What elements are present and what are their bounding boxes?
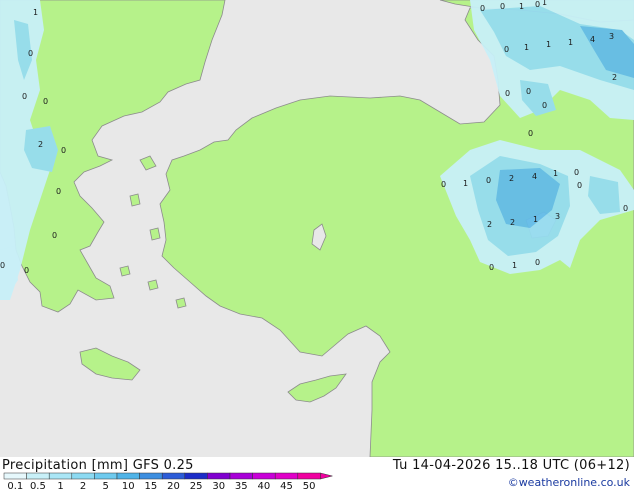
value-label: 2	[509, 174, 514, 183]
value-label: 3	[555, 212, 560, 221]
legend-tick-label: 5	[103, 481, 109, 490]
legend-color-box	[116, 472, 140, 480]
island-aegean-5	[147, 279, 159, 291]
legend-tick-label: 50	[303, 481, 316, 490]
legend-tick-label: 10	[122, 481, 135, 490]
legend-color-boxes	[3, 472, 333, 480]
value-label: 3	[609, 32, 614, 41]
value-label: 0	[56, 187, 61, 196]
legend-tick-label: 20	[167, 481, 180, 490]
value-label: 1	[33, 8, 38, 17]
island-aegean-3	[149, 227, 161, 241]
value-label: 0	[574, 168, 579, 177]
value-label: 0	[22, 92, 27, 101]
precip-legend: 0.1 0.5 1 2 5 10 15 20 25 30 35 40 45 50	[3, 472, 333, 490]
value-label: 0	[577, 181, 582, 190]
legend-tick-label: 0.5	[30, 481, 46, 490]
value-label: 1	[524, 43, 529, 52]
legend-color-box	[229, 472, 253, 480]
value-label: 4	[590, 35, 595, 44]
map-title: Precipitation [mm] GFS 0.25	[2, 458, 194, 473]
value-label: 0	[0, 261, 5, 270]
legend-color-box	[274, 472, 299, 480]
value-label: 0	[504, 45, 509, 54]
legend-tick-label: 25	[190, 481, 203, 490]
value-label: 1	[512, 261, 517, 270]
legend-color-box	[71, 472, 95, 480]
value-label: 4	[532, 172, 537, 181]
legend-color-box	[184, 472, 208, 480]
legend-color-box	[26, 472, 50, 480]
legend-color-box	[161, 472, 186, 480]
value-label: 2	[38, 140, 43, 149]
legend-color-box	[139, 472, 163, 480]
legend-tick-label: 0.1	[7, 481, 23, 490]
legend-arrow	[320, 472, 333, 480]
value-label: 0	[505, 89, 510, 98]
value-label: 0	[52, 231, 57, 240]
value-label: 0	[24, 266, 29, 275]
legend-tick-label: 45	[280, 481, 293, 490]
value-label: 0	[61, 146, 66, 155]
value-label: 0	[528, 129, 533, 138]
legend-tick-label: 15	[145, 481, 158, 490]
legend-color-box	[297, 472, 321, 480]
valid-time: Tu 14-04-2026 15..18 UTC (06+12)	[392, 458, 630, 473]
legend-tick-label: 30	[212, 481, 225, 490]
legend-tick-label: 40	[258, 481, 271, 490]
value-label: 0	[441, 180, 446, 189]
credit-link[interactable]: ©weatheronline.co.uk	[508, 476, 630, 489]
value-label: 0	[623, 204, 628, 213]
value-label: 1	[553, 169, 558, 178]
value-label: 0	[486, 176, 491, 185]
value-label: 1	[463, 179, 468, 188]
legend-tick-label: 35	[235, 481, 248, 490]
legend-color-box	[94, 472, 118, 480]
legend-color-box	[252, 472, 276, 480]
value-label: 0	[500, 2, 505, 11]
legend-color-box	[3, 472, 27, 480]
value-label: 2	[612, 73, 617, 82]
value-label: 2	[510, 218, 515, 227]
map-canvas: 1 0 0 0 2 0 0 0 0 0 0 0 1 0 1 0 1 1 1 4 …	[0, 0, 634, 457]
island-aegean-4	[119, 265, 131, 277]
legend-tick-label: 1	[57, 481, 63, 490]
legend-tick-labels: 0.1 0.5 1 2 5 10 15 20 25 30 35 40 45 50	[7, 481, 315, 490]
value-label: 1	[568, 38, 573, 47]
value-label: 0	[28, 49, 33, 58]
value-label: 1	[519, 2, 524, 11]
legend-tick-label: 2	[80, 481, 86, 490]
legend-color-box	[48, 472, 73, 480]
value-label: 1	[533, 215, 538, 224]
value-label: 1	[542, 0, 547, 7]
value-label: 0	[43, 97, 48, 106]
island-aegean-6	[175, 297, 187, 309]
value-label: 0	[535, 258, 540, 267]
value-label: 1	[546, 40, 551, 49]
precipitation-map: 1 0 0 0 2 0 0 0 0 0 0 0 1 0 1 0 1 1 1 4 …	[0, 0, 634, 457]
value-label: 0	[526, 87, 531, 96]
legend-color-box	[207, 472, 231, 480]
value-label: 0	[542, 101, 547, 110]
value-label: 0	[480, 4, 485, 13]
value-label: 2	[487, 220, 492, 229]
value-label: 0	[489, 263, 494, 272]
value-label: 0	[535, 0, 540, 9]
island-aegean-2	[129, 193, 141, 207]
